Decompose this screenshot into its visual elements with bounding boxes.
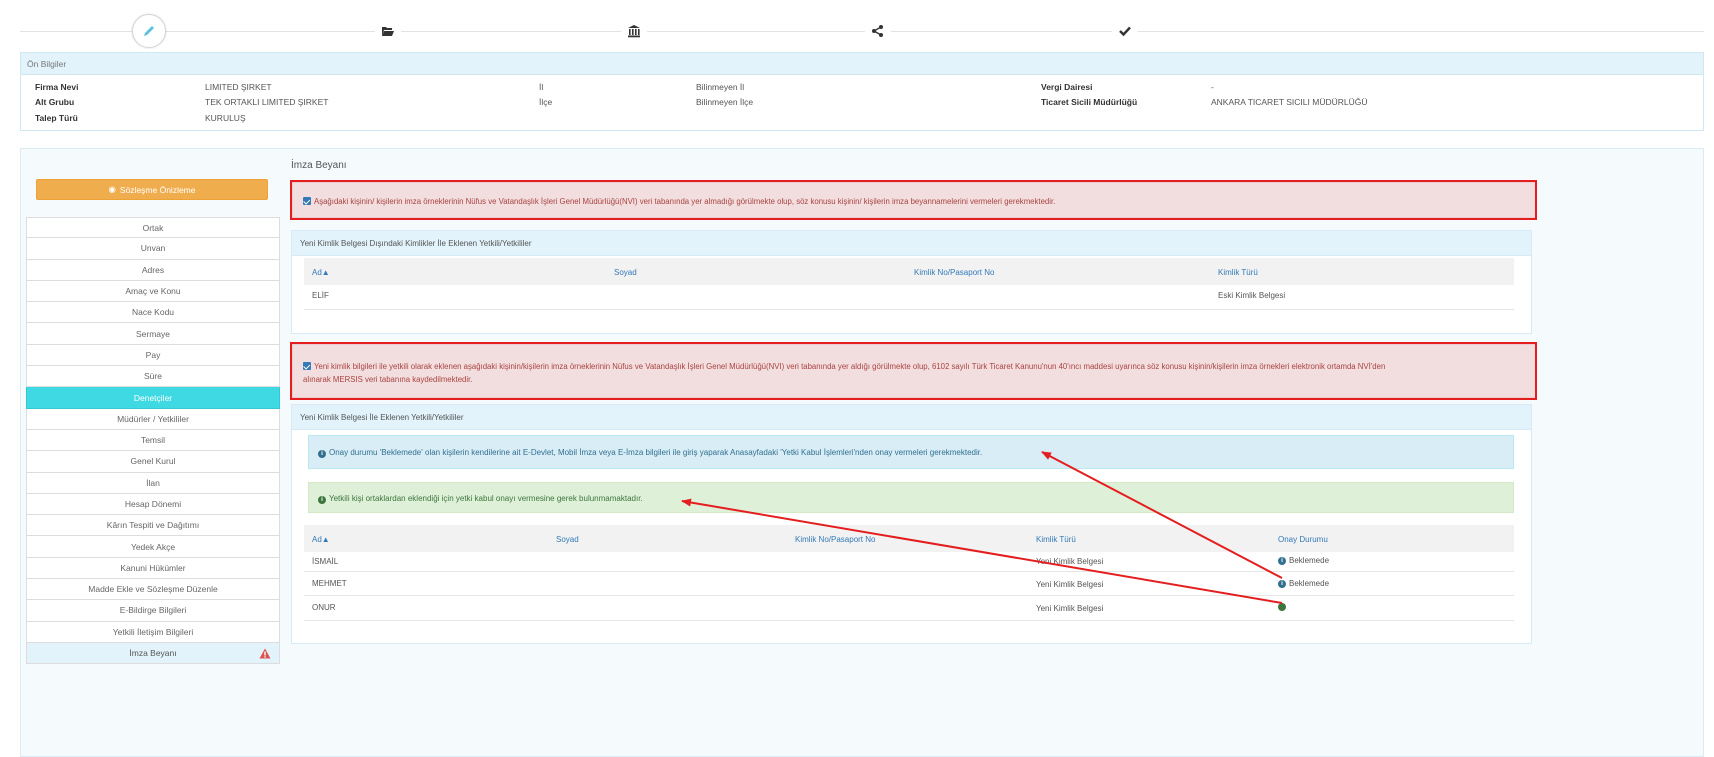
sidebar-item-madde-ekle[interactable]: Madde Ekle ve Sözleşme Düzenle (26, 579, 280, 601)
wizard-steps (20, 8, 1704, 48)
table2-row0-ad: İSMAİL (312, 557, 339, 566)
sozlesme-onizleme-label: Sözleşme Önizleme (119, 184, 196, 195)
alert-yetki-success: i Yetkili kişi ortaklardan eklendiği için… (308, 482, 1514, 513)
sidebar-item-adres[interactable]: Adres (26, 259, 280, 281)
table2-row-divider (304, 620, 1514, 621)
alert-yetki-success-text: Yetkili kişi ortaklardan eklendiği için … (329, 494, 643, 503)
table2-row1-ad: MEHMET (312, 579, 347, 588)
sidebar-item-sure[interactable]: Süre (26, 366, 280, 388)
annotation-frame-1 (290, 180, 1537, 220)
sidebar-item-imza-beyani-label: İmza Beyanı (129, 648, 177, 659)
imza-beyani-title: İmza Beyanı (291, 160, 347, 171)
eye-icon: ◉ (108, 184, 116, 194)
ilce-value: Bilinmeyen İlçe (696, 97, 754, 107)
sidebar-item-e-bildirge[interactable]: E-Bildirge Bilgileri (26, 600, 280, 622)
ticaret-sicil-value: ANKARA TICARET SICILI MÜDÜRLÜĞÜ (1211, 97, 1368, 107)
table2-row1-kimlik-turu: Yeni Kimlik Belgesi (1036, 580, 1104, 589)
firma-nevi-label: Firma Nevi (35, 82, 79, 92)
table2-col-soyad[interactable]: Soyad (556, 535, 579, 544)
sidebar-menu: Ortak Unvan Adres Amaç ve Konu Nace Kodu… (26, 217, 280, 665)
table2-row1-onay: i Beklemede (1278, 579, 1329, 588)
ticaret-sicil-label: Ticaret Sicili Müdürlüğü (1041, 97, 1138, 107)
sidebar-item-imza-beyani[interactable]: İmza Beyanı (26, 642, 280, 665)
step-folder[interactable] (375, 18, 401, 44)
sidebar-item-temsil[interactable]: Temsil (26, 429, 280, 452)
alert-beklemede-info: i Onay durumu 'Beklemede' olan kişilerin … (308, 435, 1514, 469)
table2-col-kimlik-turu[interactable]: Kimlik Türü (1036, 535, 1076, 544)
talep-turu-value: KURULUŞ (205, 113, 246, 123)
table1-col-soyad[interactable]: Soyad (614, 268, 637, 277)
table2-col-onay-durumu[interactable]: Onay Durumu (1278, 535, 1328, 544)
status-info-icon: i (1278, 579, 1286, 588)
panel-new-id-title: Yeni Kimlik Belgesi İle Eklenen Yetkili/… (292, 405, 1531, 430)
table1-header (304, 258, 1514, 285)
table2-col-kimlik-no[interactable]: Kimlik No/Pasaport No (795, 535, 875, 544)
sidebar-item-kanuni-hukumler[interactable]: Kanuni Hükümler (26, 557, 280, 580)
ilce-label: İlçe (539, 97, 553, 107)
table2-row2-onay (1278, 603, 1289, 611)
step-pencil[interactable] (132, 14, 166, 48)
sidebar-item-unvan[interactable]: Unvan (26, 238, 280, 260)
warning-icon (259, 648, 271, 659)
vergi-dairesi-label: Vergi Dairesi (1041, 82, 1093, 92)
panel-other-id-title: Yeni Kimlik Belgesi Dışındaki Kimlikler … (292, 231, 1531, 256)
alert-beklemede-info-text: Onay durumu 'Beklemede' olan kişilerin k… (329, 448, 983, 457)
sidebar-item-ilan[interactable]: İlan (26, 472, 280, 494)
share-icon (872, 25, 883, 37)
status-ok-icon (1278, 603, 1286, 611)
annotation-frame-2 (290, 342, 1537, 400)
info-circle-icon: i (318, 496, 326, 504)
sozlesme-onizleme-button[interactable]: ◉ Sözleşme Önizleme (36, 179, 268, 200)
sidebar-item-denetciler[interactable]: Denetçiler (26, 387, 280, 409)
table1-row0-kimlik-turu: Eski Kimlik Belgesi (1218, 291, 1286, 300)
sidebar-item-mudurler[interactable]: Müdürler / Yetkililer (26, 408, 280, 430)
alt-grubu-label: Alt Grubu (35, 97, 75, 107)
on-bilgiler-panel: Ön Bilgiler Firma Nevi LIMITED ŞIRKET Al… (20, 52, 1704, 131)
sidebar-item-ortak[interactable]: Ortak (26, 217, 280, 239)
vergi-dairesi-value: - (1211, 82, 1214, 92)
table1-col-ad[interactable]: Ad▲ (312, 268, 330, 277)
table1-row0-ad: ELİF (312, 291, 329, 300)
sidebar-item-genel-kurul[interactable]: Genel Kurul (26, 451, 280, 473)
sidebar-item-pay[interactable]: Pay (26, 344, 280, 367)
pencil-icon (144, 26, 154, 36)
table1-row-divider (304, 309, 1514, 310)
bank-icon (628, 25, 640, 38)
table2-row1-onay-text: Beklemede (1289, 579, 1330, 588)
on-bilgiler-title: Ön Bilgiler (21, 53, 1703, 75)
sidebar-item-sermaye[interactable]: Sermaye (26, 323, 280, 345)
il-label: İl (539, 82, 544, 92)
step-bank[interactable] (621, 18, 647, 44)
folder-open-icon (382, 27, 394, 36)
sidebar-item-karin-tespiti[interactable]: Kârın Tespiti ve Dağıtımı (26, 515, 280, 537)
status-info-icon: i (1278, 556, 1286, 565)
sidebar-item-yetkili-iletisim[interactable]: Yetkili İletişim Bilgileri (26, 621, 280, 643)
table2-row-divider (304, 595, 1514, 596)
table2-header (304, 525, 1514, 552)
step-check[interactable] (1112, 18, 1138, 44)
table2-row0-kimlik-turu: Yeni Kimlik Belgesi (1036, 557, 1104, 566)
check-icon (1119, 26, 1131, 37)
sidebar-item-amac-konu[interactable]: Amaç ve Konu (26, 280, 280, 303)
sidebar-item-yedek-akce[interactable]: Yedek Akçe (26, 536, 280, 558)
table2-col-ad[interactable]: Ad▲ (312, 535, 330, 544)
info-circle-icon: i (318, 450, 326, 458)
table2-row2-kimlik-turu: Yeni Kimlik Belgesi (1036, 604, 1104, 613)
alt-grubu-value: TEK ORTAKLI LIMITED ŞIRKET (205, 97, 329, 107)
sidebar-item-nace-kodu[interactable]: Nace Kodu (26, 302, 280, 324)
talep-turu-label: Talep Türü (35, 113, 78, 123)
table2-row0-onay-text: Beklemede (1289, 556, 1330, 565)
table1-col-kimlik-no[interactable]: Kimlik No/Pasaport No (914, 268, 994, 277)
sidebar-item-hesap-donemi[interactable]: Hesap Dönemi (26, 493, 280, 516)
firma-nevi-value: LIMITED ŞIRKET (205, 82, 272, 92)
step-share[interactable] (865, 18, 891, 44)
table2-row2-ad: ONUR (312, 603, 336, 612)
wizard-line (20, 31, 1704, 32)
table2-row-divider (304, 571, 1514, 572)
il-value: Bilinmeyen İl (696, 82, 745, 92)
table2-row0-onay: i Beklemede (1278, 556, 1329, 565)
table1-col-kimlik-turu[interactable]: Kimlik Türü (1218, 268, 1258, 277)
